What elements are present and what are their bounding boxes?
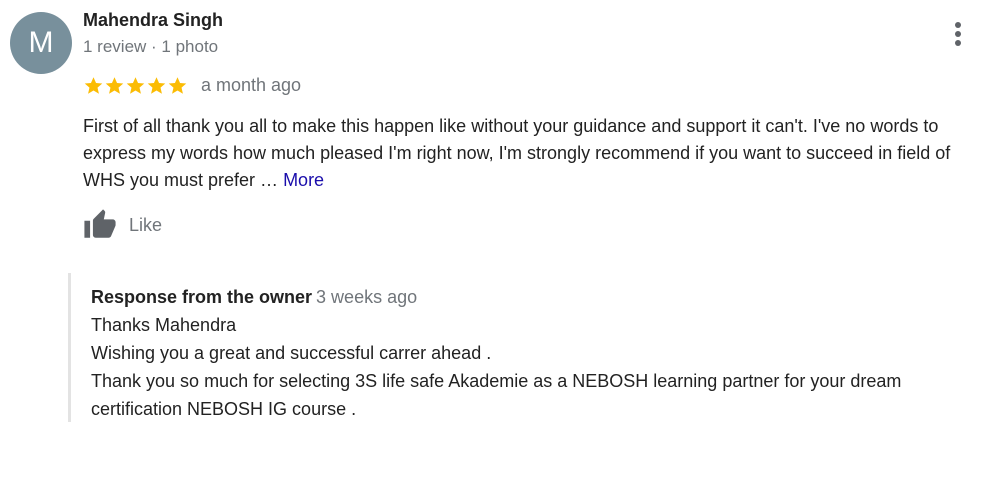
review-text: First of all thank you all to make this …: [83, 113, 983, 194]
owner-response: Response from the owner 3 weeks ago Thank…: [91, 283, 996, 423]
rating-row: a month ago: [83, 72, 301, 98]
menu-dot: [955, 31, 961, 37]
menu-dot: [955, 40, 961, 46]
owner-response-line: Thank you so much for selecting 3S life …: [91, 371, 902, 419]
owner-response-line: Thanks Mahendra: [91, 315, 237, 335]
menu-dot: [955, 22, 961, 28]
like-button[interactable]: Like: [83, 208, 162, 242]
owner-response-date: 3 weeks ago: [316, 287, 418, 307]
author-name[interactable]: Mahendra Singh: [83, 10, 223, 31]
more-link[interactable]: More: [283, 170, 324, 190]
star-icon: [147, 76, 166, 94]
owner-response-title: Response from the owner: [91, 287, 313, 307]
star-rating: [83, 75, 188, 96]
owner-response-header: Response from the owner 3 weeks ago: [91, 283, 996, 311]
like-label: Like: [129, 214, 163, 235]
star-icon: [84, 76, 103, 94]
review-body: First of all thank you all to make this …: [83, 116, 951, 190]
more-options-icon[interactable]: [948, 20, 968, 48]
avatar[interactable]: M: [10, 12, 72, 74]
owner-response-divider: [68, 273, 71, 422]
star-icon: [105, 76, 124, 94]
thumbs-up-icon: [84, 209, 116, 238]
author-meta: 1 review · 1 photo: [83, 37, 219, 56]
star-icon: [168, 76, 187, 94]
review-date: a month ago: [201, 74, 302, 95]
owner-response-line: Wishing you a great and successful carre…: [91, 343, 492, 363]
star-icon: [126, 76, 145, 94]
